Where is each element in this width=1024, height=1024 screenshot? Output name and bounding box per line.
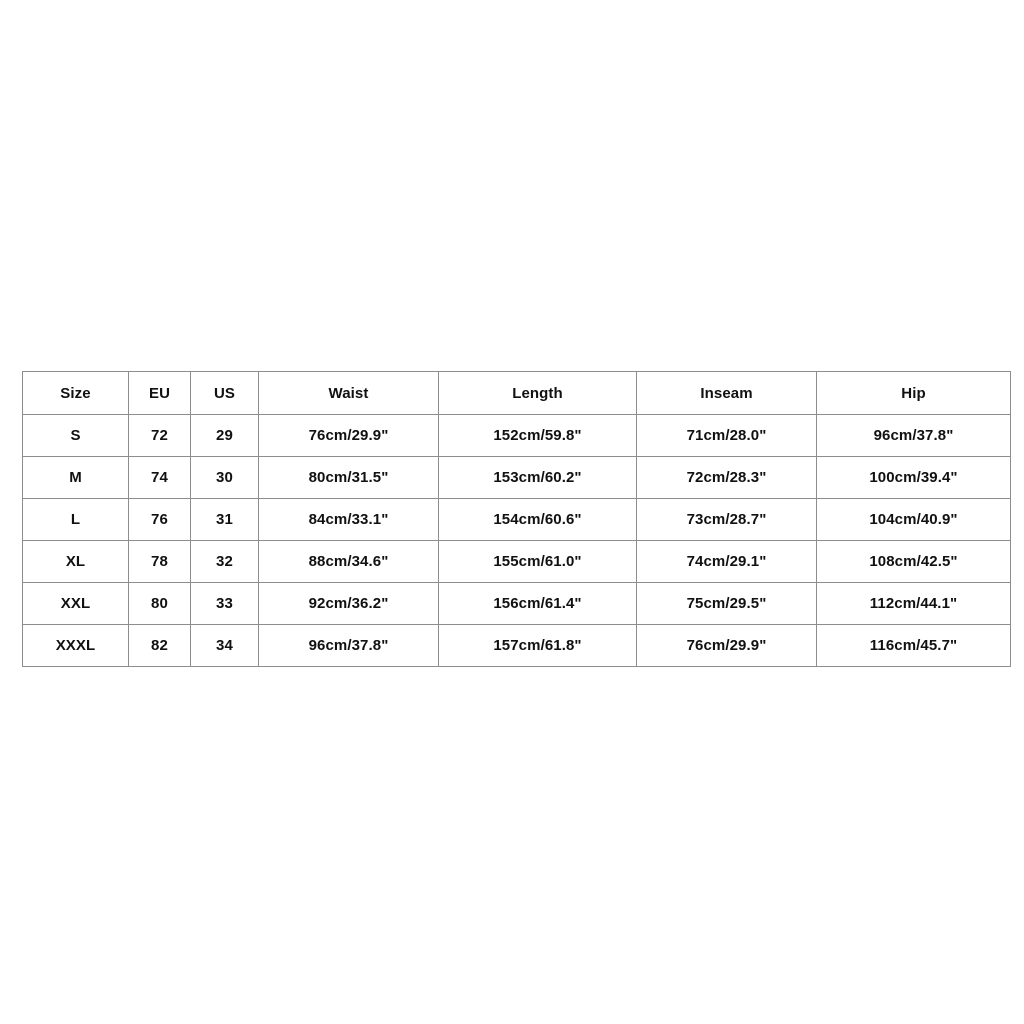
cell-size: XXXL — [22, 624, 129, 667]
cell-waist: 76cm/29.9" — [258, 414, 439, 457]
cell-hip: 116cm/45.7" — [816, 624, 1011, 667]
column-header-waist: Waist — [258, 371, 439, 415]
cell-us: 30 — [190, 456, 259, 499]
cell-us: 29 — [190, 414, 259, 457]
cell-inseam: 71cm/28.0" — [636, 414, 817, 457]
column-header-size: Size — [22, 371, 129, 415]
table-row: XL 78 32 88cm/34.6" 155cm/61.0" 74cm/29.… — [22, 540, 1011, 583]
cell-length: 155cm/61.0" — [438, 540, 637, 583]
cell-hip: 100cm/39.4" — [816, 456, 1011, 499]
cell-inseam: 75cm/29.5" — [636, 582, 817, 625]
cell-length: 157cm/61.8" — [438, 624, 637, 667]
table-row: L 76 31 84cm/33.1" 154cm/60.6" 73cm/28.7… — [22, 498, 1011, 541]
cell-size: M — [22, 456, 129, 499]
cell-eu: 72 — [128, 414, 191, 457]
table-row: S 72 29 76cm/29.9" 152cm/59.8" 71cm/28.0… — [22, 414, 1011, 457]
cell-us: 33 — [190, 582, 259, 625]
cell-inseam: 73cm/28.7" — [636, 498, 817, 541]
cell-length: 153cm/60.2" — [438, 456, 637, 499]
cell-eu: 78 — [128, 540, 191, 583]
cell-waist: 84cm/33.1" — [258, 498, 439, 541]
table-row: XXL 80 33 92cm/36.2" 156cm/61.4" 75cm/29… — [22, 582, 1011, 625]
cell-eu: 74 — [128, 456, 191, 499]
cell-size: XXL — [22, 582, 129, 625]
cell-eu: 82 — [128, 624, 191, 667]
cell-length: 156cm/61.4" — [438, 582, 637, 625]
cell-length: 152cm/59.8" — [438, 414, 637, 457]
cell-eu: 76 — [128, 498, 191, 541]
column-header-length: Length — [438, 371, 637, 415]
cell-waist: 80cm/31.5" — [258, 456, 439, 499]
size-chart-container: Size EU US Waist Length Inseam Hip S 72 … — [22, 371, 1011, 667]
cell-inseam: 76cm/29.9" — [636, 624, 817, 667]
cell-hip: 108cm/42.5" — [816, 540, 1011, 583]
cell-size: L — [22, 498, 129, 541]
cell-waist: 88cm/34.6" — [258, 540, 439, 583]
cell-inseam: 74cm/29.1" — [636, 540, 817, 583]
cell-size: S — [22, 414, 129, 457]
table-row: XXXL 82 34 96cm/37.8" 157cm/61.8" 76cm/2… — [22, 624, 1011, 667]
cell-size: XL — [22, 540, 129, 583]
column-header-eu: EU — [128, 371, 191, 415]
table-header-row: Size EU US Waist Length Inseam Hip — [22, 371, 1011, 415]
cell-us: 31 — [190, 498, 259, 541]
size-chart-table: Size EU US Waist Length Inseam Hip S 72 … — [22, 371, 1011, 667]
cell-waist: 92cm/36.2" — [258, 582, 439, 625]
table-row: M 74 30 80cm/31.5" 153cm/60.2" 72cm/28.3… — [22, 456, 1011, 499]
column-header-us: US — [190, 371, 259, 415]
cell-us: 32 — [190, 540, 259, 583]
cell-waist: 96cm/37.8" — [258, 624, 439, 667]
cell-hip: 96cm/37.8" — [816, 414, 1011, 457]
column-header-inseam: Inseam — [636, 371, 817, 415]
cell-length: 154cm/60.6" — [438, 498, 637, 541]
cell-us: 34 — [190, 624, 259, 667]
cell-hip: 112cm/44.1" — [816, 582, 1011, 625]
cell-hip: 104cm/40.9" — [816, 498, 1011, 541]
cell-eu: 80 — [128, 582, 191, 625]
column-header-hip: Hip — [816, 371, 1011, 415]
cell-inseam: 72cm/28.3" — [636, 456, 817, 499]
